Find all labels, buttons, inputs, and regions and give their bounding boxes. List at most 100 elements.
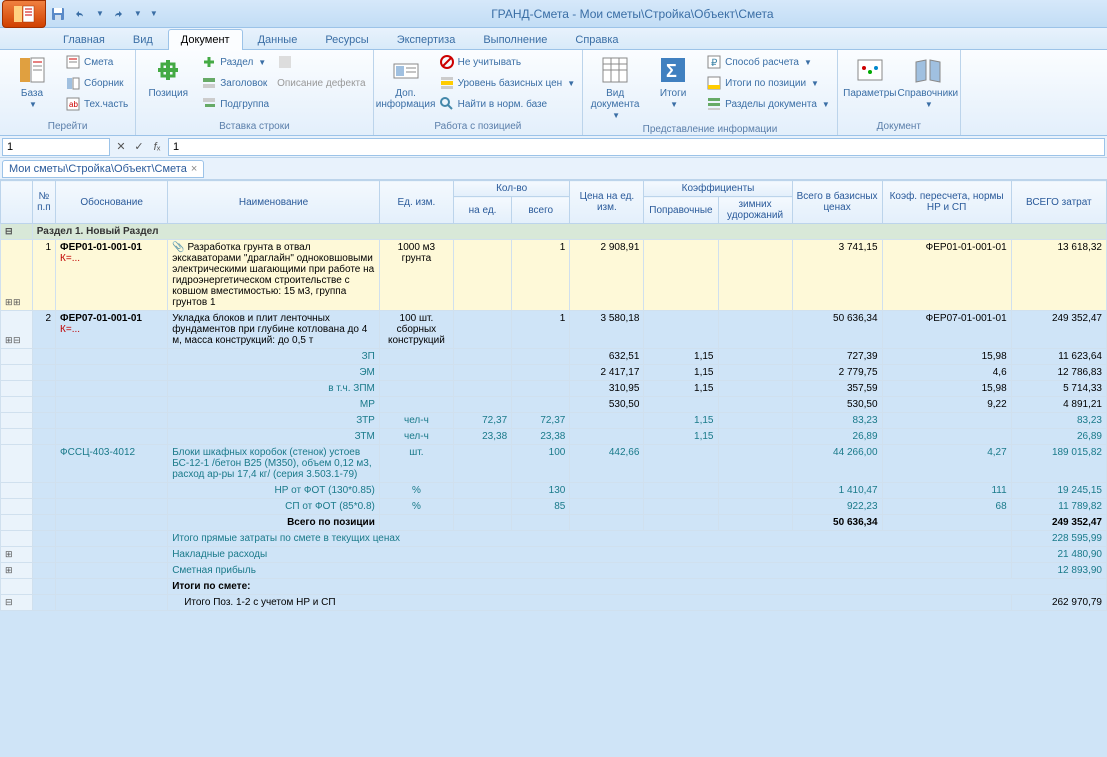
titlebar: ▼ ▼ ▼ ГРАНД-Смета - Мои сметы\Стройка\Об… (0, 0, 1107, 28)
base-button[interactable]: База▼ (4, 52, 60, 112)
parameters-button[interactable]: Параметры (842, 52, 898, 101)
col-qty-unit[interactable]: на ед. (453, 197, 511, 224)
col-base[interactable]: Всего в базисных ценах (792, 181, 882, 224)
ribbon: База▼ Смета Сборник abТех.часть Перейти … (0, 50, 1107, 136)
ignore-button[interactable]: Не учитывать (436, 52, 579, 72)
col-num[interactable]: № п.п (32, 181, 55, 224)
accept-icon[interactable]: ✓ (130, 138, 148, 156)
tab-expertise[interactable]: Экспертиза (384, 29, 469, 50)
table-row[interactable]: в т.ч. ЗПМ310,951,15357,5915,985 714,33 (1, 381, 1107, 397)
calc-method-button[interactable]: ₽Способ расчета▼ (703, 52, 833, 72)
tab-resources[interactable]: Ресурсы (312, 29, 381, 50)
tab-main[interactable]: Главная (50, 29, 118, 50)
col-qty-total[interactable]: всего (512, 197, 570, 224)
defect-desc-button: Описание дефекта (274, 73, 369, 93)
table-row[interactable]: ⊞ ⊞ 1 ФЕР01-01-001-01К=... 📎 Разработка … (1, 240, 1107, 311)
col-coef[interactable]: Коэффициенты (644, 181, 792, 197)
col-coef-corr[interactable]: Поправочные (644, 197, 718, 224)
expand-icon[interactable]: ⊞ (5, 549, 12, 559)
col-qty[interactable]: Кол-во (453, 181, 569, 197)
formula-bar: 1 ✕ ✓ fₓ 1 (0, 136, 1107, 158)
tab-help[interactable]: Справка (562, 29, 631, 50)
header-button[interactable]: Заголовок (198, 73, 272, 93)
col-unit[interactable]: Ед. изм. (379, 181, 453, 224)
section-button[interactable]: Раздел▼ (198, 52, 272, 72)
collapse-icon[interactable]: ⊟ (5, 597, 12, 607)
table-row[interactable]: ⊞Сметная прибыль12 893,90 (1, 563, 1107, 579)
document-tab[interactable]: Мои сметы\Стройка\Объект\Смета × (2, 160, 204, 178)
tab-execution[interactable]: Выполнение (470, 29, 560, 50)
table-row[interactable]: Всего по позиции50 636,34249 352,47 (1, 515, 1107, 531)
table-row[interactable]: ФССЦ-403-4012Блоки шкафных коробок (стен… (1, 445, 1107, 483)
svg-text:₽: ₽ (711, 58, 718, 69)
grid: № п.п Обоснование Наименование Ед. изм. … (0, 180, 1107, 611)
group-position: Доп. информация Не учитывать Уровень баз… (374, 50, 584, 135)
svg-text:ab: ab (69, 100, 78, 109)
qat-customize-icon[interactable]: ▼ (150, 9, 158, 18)
col-name[interactable]: Наименование (168, 181, 380, 224)
undo-icon[interactable] (72, 6, 88, 22)
expand-icon[interactable]: ⊞ ⊞ (5, 297, 20, 307)
table-row[interactable]: ЗП632,511,15727,3915,9811 623,64 (1, 349, 1107, 365)
cancel-icon[interactable]: ✕ (112, 138, 130, 156)
table-row[interactable]: СП от ФОТ (85*0.8)%85922,236811 789,82 (1, 499, 1107, 515)
ribbon-tabs: Главная Вид Документ Данные Ресурсы Эксп… (0, 28, 1107, 50)
base-price-level-button[interactable]: Уровень базисных цен▼ (436, 73, 579, 93)
table-row[interactable]: ЗТМчел-ч23,3823,381,1526,8926,89 (1, 429, 1107, 445)
svg-text:Σ: Σ (666, 61, 677, 81)
table-row[interactable]: НР от ФОТ (130*0.85)%1301 410,4711119 24… (1, 483, 1107, 499)
close-tab-icon[interactable]: × (191, 163, 197, 175)
col-total[interactable]: ВСЕГО затрат (1011, 181, 1106, 224)
table-row[interactable]: ⊟Итого Поз. 1-2 с учетом НР и СП262 970,… (1, 595, 1107, 611)
collection-button[interactable]: Сборник (62, 73, 131, 93)
table-row[interactable]: Итоги по смете: (1, 579, 1107, 595)
find-norm-button[interactable]: Найти в норм. базе (436, 94, 579, 114)
expand-icon[interactable]: ⊞ ⊟ (5, 335, 20, 345)
address-box[interactable]: 1 (2, 138, 110, 156)
col-tree (1, 181, 33, 224)
fx-icon[interactable]: fₓ (148, 138, 166, 156)
table-row[interactable]: МР530,50530,509,224 891,21 (1, 397, 1107, 413)
app-menu-button[interactable] (2, 0, 46, 28)
position-button[interactable]: Позиция (140, 52, 196, 101)
document-tab-label: Мои сметы\Стройка\Объект\Смета (9, 163, 187, 175)
undo-dropdown-icon[interactable]: ▼ (96, 9, 104, 18)
estimate-button[interactable]: Смета (62, 52, 131, 72)
totals-button[interactable]: Σ Итоги▼ (645, 52, 701, 112)
col-coef-winter[interactable]: зимних удорожаний (718, 197, 792, 224)
redo-dropdown-icon[interactable]: ▼ (134, 9, 142, 18)
table-row[interactable]: ЭМ2 417,171,152 779,754,612 786,83 (1, 365, 1107, 381)
table-row[interactable]: ⊞Накладные расходы21 480,90 (1, 547, 1107, 563)
collapse-icon[interactable]: ⊟ (5, 226, 12, 236)
doc-view-button[interactable]: Вид документа▼ (587, 52, 643, 123)
table-row[interactable]: ⊞ ⊟ 2 ФЕР07-01-001-01К=... Укладка блоко… (1, 311, 1107, 349)
tab-view[interactable]: Вид (120, 29, 166, 50)
table-row[interactable]: ЗТРчел-ч72,3772,371,1583,2383,23 (1, 413, 1107, 429)
group-document: Параметры Справочники▼ Документ (838, 50, 961, 135)
techpart-button[interactable]: abТех.часть (62, 94, 131, 114)
col-just[interactable]: Обоснование (56, 181, 168, 224)
document-tabstrip: Мои сметы\Стройка\Объект\Смета × (0, 158, 1107, 180)
extra-info-button[interactable]: Доп. информация (378, 52, 434, 112)
redo-icon[interactable] (110, 6, 126, 22)
group-repr-title: Представление информации (587, 123, 833, 136)
window-title: ГРАНД-Смета - Мои сметы\Стройка\Объект\С… (158, 7, 1107, 21)
group-insert: Позиция Раздел▼ Заголовок Подгруппа Опис… (136, 50, 373, 135)
expand-icon[interactable]: ⊞ (5, 565, 12, 575)
group-doc-title: Документ (842, 120, 956, 133)
col-recalc[interactable]: Коэф. пересчета, нормы НР и СП (882, 181, 1011, 224)
section-row[interactable]: ⊟ Раздел 1. Новый Раздел (1, 224, 1107, 240)
tab-data[interactable]: Данные (245, 29, 311, 50)
table-row[interactable]: Итого прямые затраты по смете в текущих … (1, 531, 1107, 547)
group-goto: База▼ Смета Сборник abТех.часть Перейти (0, 50, 136, 135)
formula-input[interactable]: 1 (168, 138, 1105, 156)
group-goto-title: Перейти (4, 120, 131, 133)
doc-sections-button[interactable]: Разделы документа▼ (703, 94, 833, 114)
col-price[interactable]: Цена на ед. изм. (570, 181, 644, 224)
tab-document[interactable]: Документ (168, 29, 243, 50)
references-button[interactable]: Справочники▼ (900, 52, 956, 112)
group-insert-title: Вставка строки (140, 120, 368, 133)
save-icon[interactable] (50, 6, 66, 22)
subgroup-button[interactable]: Подгруппа (198, 94, 272, 114)
position-totals-button[interactable]: Итоги по позиции▼ (703, 73, 833, 93)
